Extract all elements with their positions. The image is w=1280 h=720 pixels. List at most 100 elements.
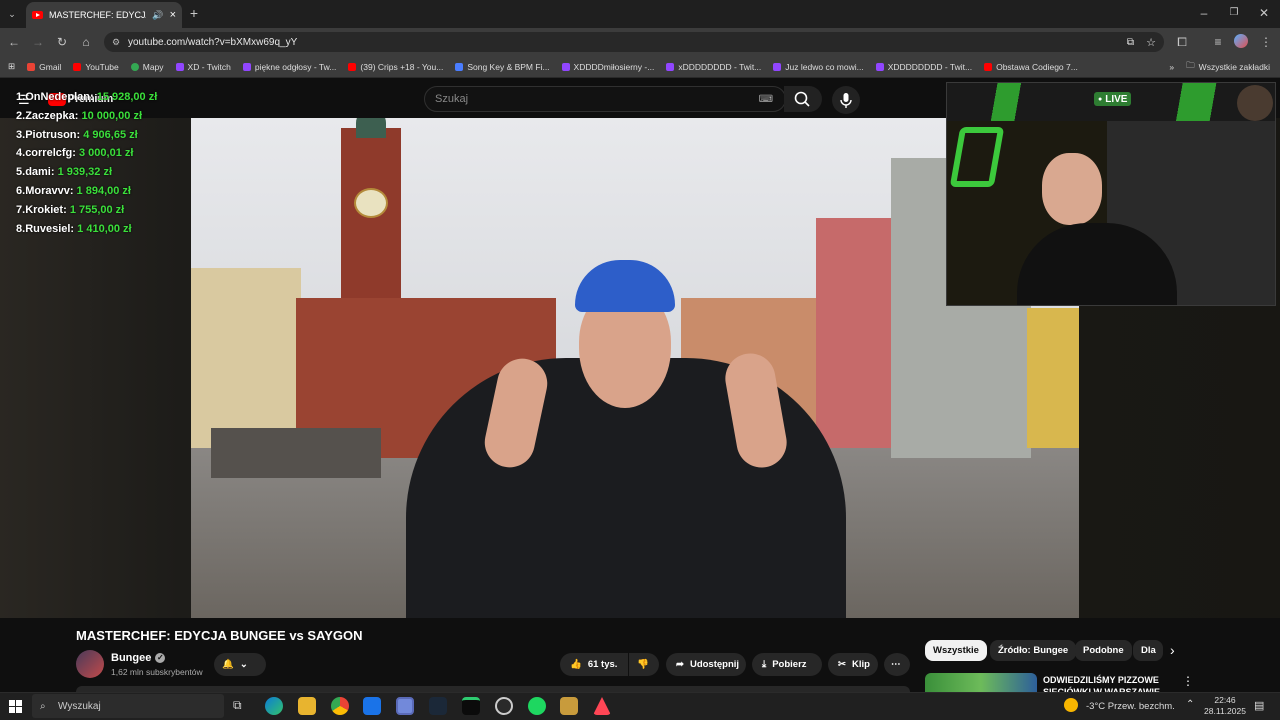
chrome-icon[interactable] — [331, 697, 349, 715]
weather-text[interactable]: -3°C Przew. bezchm. — [1086, 701, 1175, 712]
terminal-icon[interactable] — [462, 697, 480, 715]
reload-icon[interactable]: ↻ — [54, 35, 70, 49]
chrome-menu-icon[interactable]: ⋮ — [1258, 35, 1274, 49]
bookmark-item[interactable]: Song Key & BPM Fi... — [449, 62, 555, 72]
bookmark-item[interactable]: XDDDDDDDD - Twit... — [870, 62, 978, 72]
recommended-video-title[interactable]: ODWIEDZILIŚMY PIZZOWE SIECIÓWKI W WARSZA… — [1043, 674, 1163, 692]
more-actions-button[interactable]: ⋯ — [884, 653, 910, 676]
weather-icon[interactable] — [1064, 698, 1078, 712]
spotify-icon[interactable] — [528, 697, 546, 715]
extensions-icon[interactable]: ⧠ — [1174, 35, 1190, 49]
chip-source[interactable]: Źródło: Bungee — [990, 640, 1077, 661]
tray-chevron-icon[interactable]: ⌃ — [1186, 699, 1194, 710]
chip-for-you[interactable]: Dla — [1133, 640, 1163, 661]
k-logo — [949, 127, 1005, 187]
new-tab-icon[interactable]: + — [186, 6, 202, 20]
channel-avatar[interactable] — [76, 650, 104, 678]
donor-name: dami: — [25, 166, 55, 179]
clip-button[interactable]: ✂ Klip — [828, 653, 878, 676]
streamer-face — [1042, 153, 1102, 225]
notifications-button[interactable]: 🔔 ⌄ — [214, 653, 266, 676]
bookmark-item[interactable]: Juz ledwo co mowi... — [767, 62, 869, 72]
edge-icon[interactable] — [265, 697, 283, 715]
search-icon — [794, 91, 810, 107]
dislike-button[interactable]: 👎 — [629, 653, 659, 676]
media-controls-icon[interactable]: ≡ — [1210, 35, 1226, 49]
recommended-more-icon[interactable]: ⋮ — [1182, 674, 1194, 688]
bookmark-label: xDDDDDDDD - Twit... — [678, 61, 762, 72]
bookmark-item[interactable]: piękne odgłosy - Tw... — [237, 62, 343, 72]
share-button[interactable]: ➦ Udostępnij — [666, 653, 746, 676]
leaderboard-row: 1.OnNedeplan: 15 928,00 zł — [16, 88, 196, 107]
notification-center-icon[interactable]: ▤ — [1254, 699, 1264, 712]
site-info-icon[interactable]: ⚙ — [112, 37, 120, 48]
twitch-icon — [666, 62, 675, 71]
forward-icon[interactable]: → — [30, 35, 46, 49]
home-icon[interactable]: ⌂ — [78, 35, 94, 49]
browser-tab[interactable]: MASTERCHEF: EDYCJA BUN 🔊 × — [26, 2, 182, 28]
leaderboard-row: 8.Ruvesiel: 1 410,00 zł — [16, 220, 196, 239]
address-bar[interactable]: ⚙ youtube.com/watch?v=bXMxw69q_yY ⧉ ☆ — [104, 32, 1164, 52]
clock[interactable]: 22:46 28.11.2025 — [1200, 695, 1250, 717]
tab-close-icon[interactable]: × — [170, 9, 176, 21]
channel-name[interactable]: Bungee — [111, 652, 151, 664]
bookmarks-overflow-icon[interactable]: » — [1163, 62, 1180, 72]
voice-search-button[interactable] — [832, 86, 860, 114]
outlook-icon[interactable] — [363, 697, 381, 715]
clip-label: Klip — [851, 659, 870, 670]
twitch-icon — [242, 62, 251, 71]
task-view-icon[interactable]: ⧉ — [233, 698, 242, 713]
chip-all[interactable]: Wszystkie — [925, 640, 987, 661]
apps-grid-icon[interactable]: ⊞ — [0, 61, 21, 72]
bookmark-item[interactable]: Mapy — [125, 62, 170, 72]
chips-next-icon[interactable]: › — [1170, 642, 1175, 658]
league-client-icon[interactable] — [560, 697, 578, 715]
cast-icon[interactable]: ⧉ — [1127, 37, 1134, 48]
twitch-icon — [773, 62, 782, 71]
steam-icon[interactable] — [429, 697, 447, 715]
minimize-icon[interactable]: – — [1196, 6, 1212, 20]
keyboard-icon[interactable]: ⌨ — [759, 94, 773, 105]
tab-search-chevron-icon[interactable]: ⌄ — [4, 7, 20, 21]
rank: 4. — [16, 147, 26, 160]
streamer-thumbnail-avatar — [1237, 85, 1273, 121]
search-button[interactable] — [784, 86, 822, 112]
speaker-icon[interactable]: 🔊 — [152, 10, 163, 21]
twitch-icon — [175, 62, 184, 71]
streamer-webcam — [946, 82, 1276, 306]
bookmark-star-icon[interactable]: ☆ — [1146, 36, 1156, 49]
bookmark-item[interactable]: XDDDDmiłosierny -... — [556, 62, 661, 72]
youtube-icon — [73, 62, 82, 71]
thumbs-up-icon: 👍 — [570, 659, 582, 670]
chevron-down-icon: ⌄ — [239, 659, 248, 670]
channel-name-row[interactable]: Bungee ✓ — [111, 652, 166, 664]
donor-name: Moravvv: — [25, 184, 74, 197]
maximize-icon[interactable]: ❐ — [1226, 6, 1242, 20]
chip-similar[interactable]: Podobne — [1075, 640, 1132, 661]
live-dot-icon: ● — [1098, 95, 1103, 103]
download-button[interactable]: ⤓ Pobierz — [752, 653, 822, 676]
bookmark-item[interactable]: Gmail — [21, 62, 67, 72]
back-icon[interactable]: ← — [6, 35, 22, 49]
donation-amount: 3 000,01 zł — [79, 147, 134, 160]
windows-start-icon[interactable] — [9, 700, 22, 713]
subscriber-count: 1,62 mln subskrybentów — [111, 667, 203, 677]
recommended-video-thumbnail[interactable] — [925, 673, 1037, 692]
file-explorer-icon[interactable] — [298, 697, 316, 715]
profile-avatar[interactable] — [1234, 34, 1248, 48]
window-close-icon[interactable]: ✕ — [1256, 6, 1272, 20]
taskbar-search-input[interactable]: ⌕ Wyszukaj — [32, 694, 224, 718]
bookmark-item[interactable]: Obstawa Codiego 7... — [978, 62, 1084, 72]
bookmark-item[interactable]: xDDDDDDDD - Twit... — [660, 62, 767, 72]
microphone-icon — [840, 93, 852, 108]
bookmark-item[interactable]: (39) Crips +18 - You... — [342, 62, 449, 72]
obs-icon[interactable] — [495, 697, 513, 715]
discord-icon[interactable] — [396, 697, 414, 715]
youtube-favicon-icon — [32, 11, 43, 19]
all-bookmarks-folder[interactable]: 🗀 Wszystkie zakładki — [1180, 60, 1280, 74]
like-button[interactable]: 👍 61 tys. — [560, 653, 628, 676]
bookmark-item[interactable]: YouTube — [67, 62, 124, 72]
building-left — [191, 268, 301, 448]
bookmark-item[interactable]: XD - Twitch — [170, 62, 237, 72]
search-input[interactable]: Szukaj ⌨ — [424, 86, 786, 112]
